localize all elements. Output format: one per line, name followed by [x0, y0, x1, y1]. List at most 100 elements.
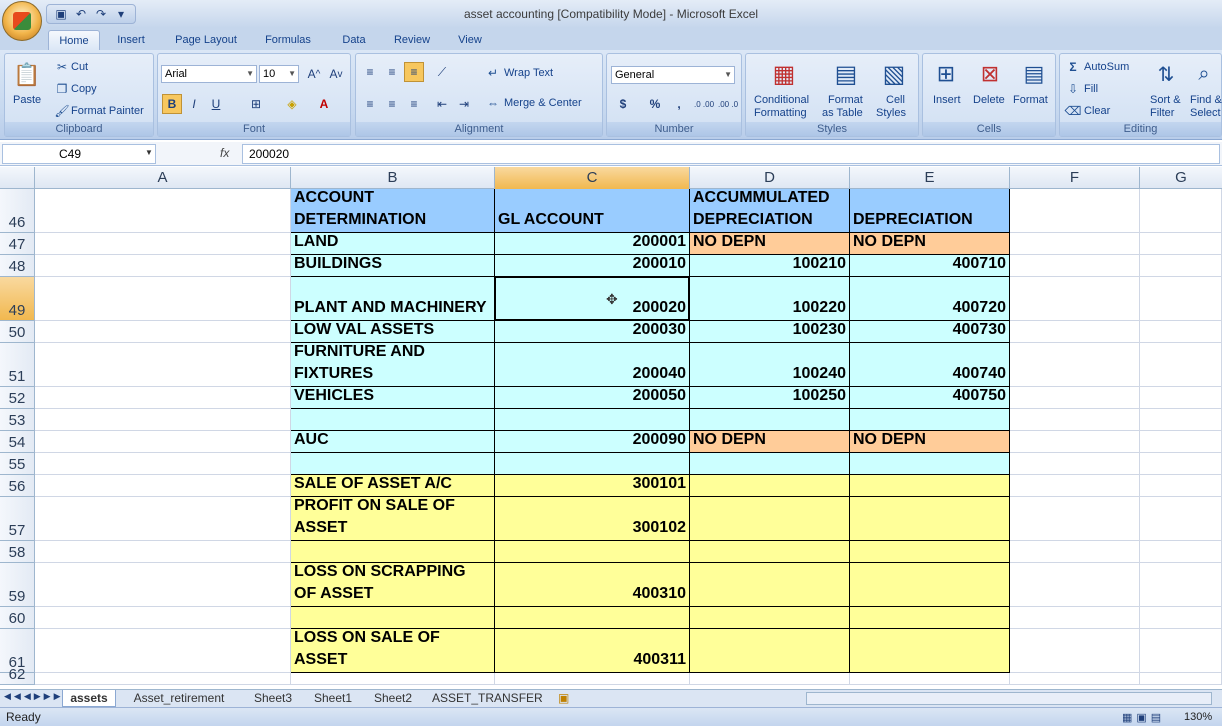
- cell-e49[interactable]: 400720: [850, 277, 1010, 321]
- cell-e60[interactable]: [850, 607, 1010, 629]
- cell-e55[interactable]: [850, 453, 1010, 475]
- cell-d46[interactable]: ACCUMMULATED DEPRECIATION: [690, 189, 850, 233]
- cell-f49[interactable]: [1010, 277, 1140, 321]
- row-header[interactable]: 47: [0, 233, 35, 255]
- font-name-combo[interactable]: Arial ▼: [161, 65, 257, 83]
- cell-a46[interactable]: [35, 189, 291, 233]
- cell-a55[interactable]: [35, 453, 291, 475]
- tab-home[interactable]: Home: [48, 30, 100, 50]
- align-right-icon[interactable]: ≡: [404, 94, 424, 114]
- save-icon[interactable]: ▣: [53, 7, 69, 21]
- row-header[interactable]: 48: [0, 255, 35, 277]
- view-buttons-icon[interactable]: ▦▣▤: [1122, 711, 1165, 724]
- cell-a53[interactable]: [35, 409, 291, 431]
- cell-d61[interactable]: [690, 629, 850, 673]
- cell-c53[interactable]: [495, 409, 690, 431]
- sheet-nav-arrows-icon[interactable]: ◀◀◀▶▶▶: [4, 691, 64, 702]
- tab-view[interactable]: View: [450, 30, 490, 50]
- cell-f52[interactable]: [1010, 387, 1140, 409]
- cell-b49[interactable]: PLANT AND MACHINERY: [291, 277, 495, 321]
- number-format-combo[interactable]: General ▼: [611, 66, 735, 84]
- undo-icon[interactable]: ↶: [73, 7, 89, 21]
- align-top-icon[interactable]: ≡: [360, 62, 380, 82]
- sheet-tab-sheet1[interactable]: Sheet1: [304, 690, 362, 707]
- align-center-icon[interactable]: ≡: [382, 94, 402, 114]
- cell-d48[interactable]: 100210: [690, 255, 850, 277]
- cell-f54[interactable]: [1010, 431, 1140, 453]
- cell-g58[interactable]: [1140, 541, 1222, 563]
- cell-e56[interactable]: [850, 475, 1010, 497]
- cell-b57[interactable]: PROFIT ON SALE OF ASSET: [291, 497, 495, 541]
- font-size-combo[interactable]: 10 ▼: [259, 65, 299, 83]
- cell-c62[interactable]: [495, 673, 690, 685]
- cell-d55[interactable]: [690, 453, 850, 475]
- paste-button[interactable]: Paste: [13, 94, 41, 106]
- cell-e54[interactable]: NO DEPN: [850, 431, 1010, 453]
- find-select-button[interactable]: Find &: [1190, 94, 1222, 106]
- cell-e61[interactable]: [850, 629, 1010, 673]
- cell-d57[interactable]: [690, 497, 850, 541]
- row-header[interactable]: 51: [0, 343, 35, 387]
- cell-e52[interactable]: 400750: [850, 387, 1010, 409]
- cell-g54[interactable]: [1140, 431, 1222, 453]
- cell-c57[interactable]: 300102: [495, 497, 690, 541]
- increase-indent-icon[interactable]: ⇥: [454, 94, 474, 114]
- row-header[interactable]: 54: [0, 431, 35, 453]
- cell-c54[interactable]: 200090: [495, 431, 690, 453]
- cell-b52[interactable]: VEHICLES: [291, 387, 495, 409]
- cell-g46[interactable]: [1140, 189, 1222, 233]
- cell-a58[interactable]: [35, 541, 291, 563]
- cell-a56[interactable]: [35, 475, 291, 497]
- column-header-b[interactable]: B: [291, 167, 495, 189]
- column-header-a[interactable]: A: [35, 167, 291, 189]
- cell-g56[interactable]: [1140, 475, 1222, 497]
- select-all-corner[interactable]: [0, 167, 35, 189]
- cell-g52[interactable]: [1140, 387, 1222, 409]
- cell-a57[interactable]: [35, 497, 291, 541]
- cell-c49[interactable]: 200020: [495, 277, 690, 321]
- zoom-level[interactable]: 130%: [1184, 711, 1212, 723]
- sheet-tab-asset-transfer[interactable]: ASSET_TRANSFER: [426, 690, 546, 707]
- row-header[interactable]: 52: [0, 387, 35, 409]
- merge-center-button[interactable]: Merge & Center: [504, 97, 582, 109]
- cell-g62[interactable]: [1140, 673, 1222, 685]
- sort-filter-button[interactable]: Sort &: [1150, 94, 1181, 106]
- underline-button[interactable]: U: [206, 94, 226, 114]
- cell-g50[interactable]: [1140, 321, 1222, 343]
- increase-decimal-button[interactable]: .0 .00: [693, 94, 715, 114]
- row-header[interactable]: 60: [0, 607, 35, 629]
- cell-f56[interactable]: [1010, 475, 1140, 497]
- cell-a48[interactable]: [35, 255, 291, 277]
- format-painter-button[interactable]: Format Painter: [71, 105, 144, 117]
- paste-icon[interactable]: 📋: [13, 60, 41, 90]
- cell-f59[interactable]: [1010, 563, 1140, 607]
- copy-button[interactable]: Copy: [71, 83, 97, 95]
- currency-button[interactable]: $: [613, 94, 633, 114]
- cell-b53[interactable]: [291, 409, 495, 431]
- cell-a49[interactable]: [35, 277, 291, 321]
- cell-g60[interactable]: [1140, 607, 1222, 629]
- cell-d50[interactable]: 100230: [690, 321, 850, 343]
- row-header[interactable]: 62: [0, 666, 35, 685]
- cell-f46[interactable]: [1010, 189, 1140, 233]
- shrink-font-icon[interactable]: Av: [326, 64, 346, 84]
- cell-c48[interactable]: 200010: [495, 255, 690, 277]
- row-header[interactable]: 50: [0, 321, 35, 343]
- cell-e58[interactable]: [850, 541, 1010, 563]
- cell-d51[interactable]: 100240: [690, 343, 850, 387]
- italic-button[interactable]: I: [184, 94, 204, 114]
- cell-g61[interactable]: [1140, 629, 1222, 673]
- sheet-tab-assets[interactable]: assets: [62, 690, 116, 707]
- cell-f53[interactable]: [1010, 409, 1140, 431]
- cell-c51[interactable]: 200040: [495, 343, 690, 387]
- cell-e51[interactable]: 400740: [850, 343, 1010, 387]
- cell-c50[interactable]: 200030: [495, 321, 690, 343]
- cell-a54[interactable]: [35, 431, 291, 453]
- cell-f48[interactable]: [1010, 255, 1140, 277]
- cell-d47[interactable]: NO DEPN: [690, 233, 850, 255]
- horizontal-scrollbar[interactable]: [806, 692, 1212, 705]
- decrease-decimal-button[interactable]: .00 .0: [717, 94, 739, 114]
- cell-a51[interactable]: [35, 343, 291, 387]
- cell-g48[interactable]: [1140, 255, 1222, 277]
- conditional-formatting-button[interactable]: Conditional: [754, 94, 809, 106]
